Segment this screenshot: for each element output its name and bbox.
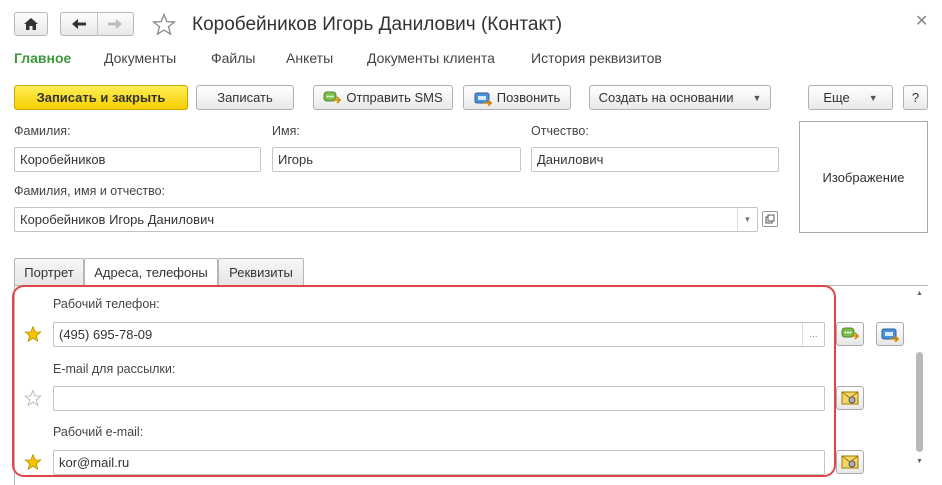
envelope-icon	[841, 391, 859, 405]
image-placeholder[interactable]: Изображение	[799, 121, 928, 233]
last-name-field[interactable]: Коробейников	[14, 147, 261, 172]
section-documents[interactable]: Документы	[104, 50, 176, 66]
back-button[interactable]	[61, 13, 98, 35]
send-mail-button[interactable]	[836, 386, 864, 410]
patronymic-field[interactable]: Данилович	[531, 147, 779, 172]
section-requisites-history[interactable]: История реквизитов	[531, 50, 662, 66]
chevron-down-icon: ▼	[868, 92, 878, 103]
tab-requisites-label: Реквизиты	[229, 264, 293, 280]
save-and-close-button[interactable]: Записать и закрыть	[14, 85, 188, 110]
patronymic-label: Отчество:	[531, 124, 589, 138]
work-phone-value: (495) 695-78-09	[59, 327, 153, 342]
send-sms-label: Отправить SMS	[346, 90, 443, 105]
section-main[interactable]: Главное	[14, 50, 71, 66]
first-name-value: Игорь	[278, 152, 314, 167]
call-contact-button[interactable]	[876, 322, 904, 346]
work-phone-field[interactable]: (495) 695-78-09 ...	[53, 322, 825, 347]
tab-addresses-phones-label: Адреса, телефоны	[94, 265, 208, 280]
help-label: ?	[911, 90, 920, 105]
first-name-field[interactable]: Игорь	[272, 147, 521, 172]
phone-icon	[881, 328, 899, 342]
scrollbar[interactable]: ▲ ▼	[914, 290, 926, 470]
close-icon[interactable]: ✕	[915, 11, 928, 31]
create-based-on-button[interactable]: Создать на основании ▼	[589, 85, 771, 110]
chevron-down-icon: ▼	[752, 92, 762, 103]
sms-icon	[841, 327, 859, 340]
save-and-close-label: Записать и закрыть	[36, 90, 166, 105]
save-label: Записать	[217, 90, 273, 105]
open-button[interactable]	[762, 211, 778, 227]
create-based-on-label: Создать на основании	[598, 90, 734, 105]
phone-icon	[474, 92, 492, 106]
mailing-email-field[interactable]	[53, 386, 825, 411]
mailing-email-label: E-mail для рассылки:	[53, 362, 176, 376]
work-email-value: kor@mail.ru	[59, 455, 130, 470]
home-icon	[24, 18, 38, 30]
more-button[interactable]: Еще ▼	[808, 85, 893, 110]
work-email-label: Рабочий e-mail:	[53, 425, 144, 439]
send-sms-contact-button[interactable]	[836, 322, 864, 346]
page-title: Коробейников Игорь Данилович (Контакт)	[192, 14, 563, 35]
forward-button[interactable]	[98, 13, 134, 35]
full-name-field[interactable]: Коробейников Игорь Данилович ▼	[14, 207, 758, 232]
work-phone-label: Рабочий телефон:	[53, 297, 160, 311]
first-name-label: Имя:	[272, 124, 300, 138]
send-sms-button[interactable]: Отправить SMS	[313, 85, 453, 110]
section-questionnaires[interactable]: Анкеты	[286, 50, 333, 66]
save-button[interactable]: Записать	[196, 85, 294, 110]
image-placeholder-label: Изображение	[822, 169, 905, 185]
star-empty-icon[interactable]	[24, 389, 42, 407]
section-client-documents[interactable]: Документы клиента	[367, 50, 495, 66]
tab-portrait[interactable]: Портрет	[14, 258, 84, 285]
envelope-icon	[841, 455, 859, 469]
scrollbar-thumb[interactable]	[916, 352, 923, 452]
scroll-up-icon[interactable]: ▲	[916, 290, 923, 297]
open-window-icon	[765, 214, 775, 224]
select-button[interactable]: ...	[802, 323, 824, 346]
last-name-value: Коробейников	[20, 152, 106, 167]
call-button[interactable]: Позвонить	[463, 85, 571, 110]
scroll-down-icon[interactable]: ▼	[916, 458, 923, 465]
help-button[interactable]: ?	[903, 85, 928, 110]
arrow-right-icon	[108, 19, 123, 29]
dropdown-icon[interactable]: ▼	[737, 208, 757, 231]
favorite-star-icon[interactable]	[152, 13, 176, 36]
full-name-value: Коробейников Игорь Данилович	[20, 212, 215, 227]
send-mail-button[interactable]	[836, 450, 864, 474]
patronymic-value: Данилович	[537, 152, 604, 167]
more-label: Еще	[823, 90, 850, 105]
work-email-field[interactable]: kor@mail.ru	[53, 450, 825, 475]
full-name-label: Фамилия, имя и отчество:	[14, 184, 166, 198]
star-filled-icon[interactable]	[24, 453, 42, 471]
tab-portrait-label: Портрет	[24, 264, 74, 280]
sms-icon	[323, 91, 342, 104]
tab-addresses-phones[interactable]: Адреса, телефоны	[84, 258, 218, 286]
tab-requisites[interactable]: Реквизиты	[218, 258, 304, 285]
call-label: Позвонить	[496, 90, 561, 105]
home-button[interactable]	[14, 12, 48, 36]
section-files[interactable]: Файлы	[211, 50, 255, 66]
star-filled-icon[interactable]	[24, 325, 42, 343]
history-nav	[60, 12, 134, 36]
last-name-label: Фамилия:	[14, 124, 71, 138]
arrow-left-icon	[71, 19, 86, 29]
